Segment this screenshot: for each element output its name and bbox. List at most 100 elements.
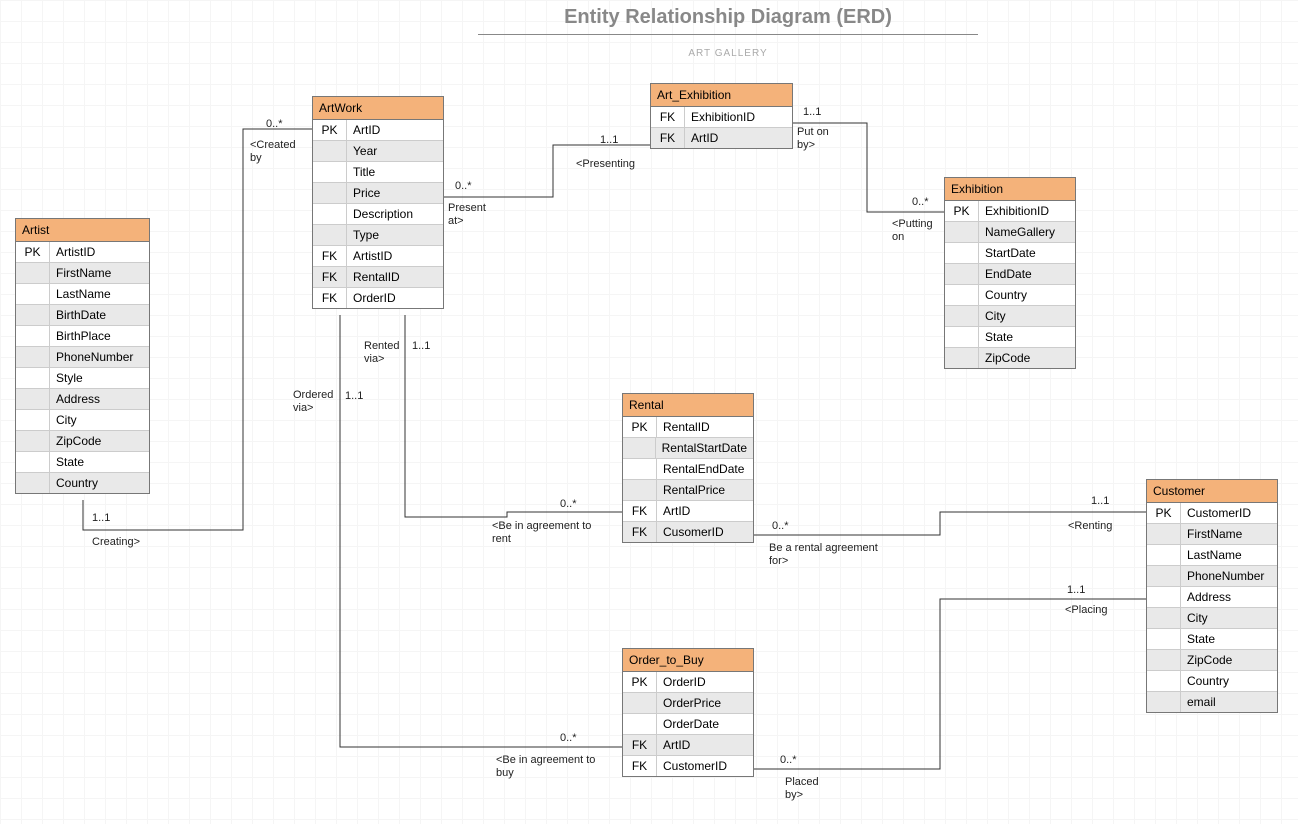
entity-rental-header: Rental xyxy=(623,394,753,417)
label-put-on-by-mult: 1..1 xyxy=(803,106,821,119)
field-cell: email xyxy=(1181,692,1277,712)
field-cell: ExhibitionID xyxy=(685,107,792,127)
entity-row: EndDate xyxy=(945,264,1075,285)
key-cell xyxy=(313,162,347,182)
entity-row: PKExhibitionID xyxy=(945,201,1075,222)
label-agree-rent-mult: 0..* xyxy=(560,498,577,511)
label-rented-via-mult: 1..1 xyxy=(412,340,430,353)
field-cell: BirthPlace xyxy=(50,326,149,346)
entity-row: City xyxy=(1147,608,1277,629)
entity-artist-header: Artist xyxy=(16,219,149,242)
field-cell: Address xyxy=(50,389,149,409)
entity-art-exhibition-header: Art_Exhibition xyxy=(651,84,792,107)
label-created-by: <Created by xyxy=(250,139,296,165)
key-cell xyxy=(16,431,50,451)
entity-row: LastName xyxy=(1147,545,1277,566)
field-cell: ArtistID xyxy=(347,246,443,266)
entity-row: FirstName xyxy=(16,263,149,284)
entity-row: PKRentalID xyxy=(623,417,753,438)
field-cell: State xyxy=(979,327,1075,347)
key-cell xyxy=(945,327,979,347)
entity-row: OrderDate xyxy=(623,714,753,735)
label-agree-buy-mult: 0..* xyxy=(560,732,577,745)
label-presenting-mult: 1..1 xyxy=(600,134,618,147)
key-cell: PK xyxy=(945,201,979,221)
field-cell: State xyxy=(1181,629,1277,649)
label-put-on-by: Put on by> xyxy=(797,126,829,152)
entity-row: RentalEndDate xyxy=(623,459,753,480)
key-cell xyxy=(1147,650,1181,670)
key-cell: PK xyxy=(1147,503,1181,523)
title-underline xyxy=(478,34,978,35)
key-cell: FK xyxy=(651,107,685,127)
entity-row: City xyxy=(945,306,1075,327)
label-creating-mult: 1..1 xyxy=(92,512,110,525)
field-cell: OrderPrice xyxy=(657,693,753,713)
label-placing-mult: 1..1 xyxy=(1067,584,1085,597)
label-renting: <Renting xyxy=(1068,520,1112,533)
entity-row: Country xyxy=(16,473,149,493)
entity-row: FKCusomerID xyxy=(623,522,753,542)
entity-order: Order_to_Buy PKOrderIDOrderPriceOrderDat… xyxy=(622,648,754,777)
label-presenting: <Presenting xyxy=(576,158,635,171)
entity-row: ZipCode xyxy=(945,348,1075,368)
field-cell: BirthDate xyxy=(50,305,149,325)
label-placed-by-mult: 0..* xyxy=(780,754,797,767)
entity-row: FirstName xyxy=(1147,524,1277,545)
key-cell xyxy=(1147,692,1181,712)
field-cell: NameGallery xyxy=(979,222,1075,242)
key-cell xyxy=(945,264,979,284)
key-cell xyxy=(313,183,347,203)
label-creating: Creating> xyxy=(92,536,140,549)
field-cell: Price xyxy=(347,183,443,203)
field-cell: LastName xyxy=(1181,545,1277,565)
entity-row: LastName xyxy=(16,284,149,305)
field-cell: Country xyxy=(1181,671,1277,691)
entity-row: FKArtistID xyxy=(313,246,443,267)
entity-art-exhibition-body: FKExhibitionIDFKArtID xyxy=(651,107,792,148)
label-ordered-via-mult: 1..1 xyxy=(345,390,363,403)
key-cell: PK xyxy=(313,120,347,140)
key-cell xyxy=(1147,524,1181,544)
field-cell: Style xyxy=(50,368,149,388)
entity-row: PhoneNumber xyxy=(1147,566,1277,587)
field-cell: PhoneNumber xyxy=(1181,566,1277,586)
key-cell: PK xyxy=(623,417,657,437)
field-cell: City xyxy=(50,410,149,430)
entity-row: Country xyxy=(1147,671,1277,692)
entity-row: Title xyxy=(313,162,443,183)
key-cell xyxy=(16,410,50,430)
entity-row: BirthDate xyxy=(16,305,149,326)
key-cell xyxy=(313,204,347,224)
entity-row: NameGallery xyxy=(945,222,1075,243)
field-cell: City xyxy=(979,306,1075,326)
key-cell xyxy=(1147,671,1181,691)
key-cell xyxy=(1147,545,1181,565)
page-title: Entity Relationship Diagram (ERD) xyxy=(478,6,978,29)
label-created-by-mult: 0..* xyxy=(266,118,283,131)
entity-artwork: ArtWork PKArtIDYearTitlePriceDescription… xyxy=(312,96,444,309)
key-cell xyxy=(313,141,347,161)
field-cell: Title xyxy=(347,162,443,182)
key-cell xyxy=(945,348,979,368)
entity-row: Year xyxy=(313,141,443,162)
field-cell: ZipCode xyxy=(979,348,1075,368)
entity-artwork-header: ArtWork xyxy=(313,97,443,120)
entity-row: State xyxy=(945,327,1075,348)
entity-row: email xyxy=(1147,692,1277,712)
field-cell: Year xyxy=(347,141,443,161)
field-cell: Type xyxy=(347,225,443,245)
key-cell xyxy=(16,452,50,472)
key-cell: FK xyxy=(623,501,657,521)
entity-art-exhibition: Art_Exhibition FKExhibitionIDFKArtID xyxy=(650,83,793,149)
entity-row: FKArtID xyxy=(623,735,753,756)
field-cell: Address xyxy=(1181,587,1277,607)
entity-row: PKOrderID xyxy=(623,672,753,693)
key-cell xyxy=(623,459,657,479)
field-cell: PhoneNumber xyxy=(50,347,149,367)
key-cell xyxy=(1147,629,1181,649)
key-cell xyxy=(16,473,50,493)
field-cell: ArtistID xyxy=(50,242,149,262)
key-cell: FK xyxy=(623,735,657,755)
key-cell xyxy=(16,284,50,304)
